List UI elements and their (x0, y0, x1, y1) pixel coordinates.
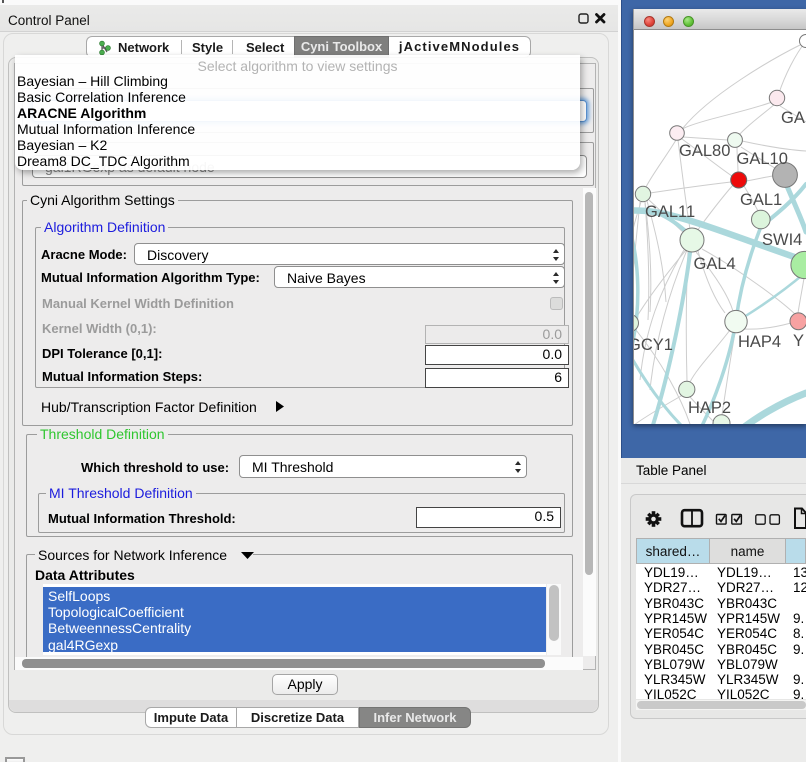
svg-text:HAP2: HAP2 (688, 399, 731, 417)
svg-text:GAL80: GAL80 (679, 142, 730, 160)
svg-text:Y: Y (793, 332, 804, 350)
svg-text:GAL11: GAL11 (645, 203, 695, 221)
svg-text:GAL10: GAL10 (737, 150, 788, 168)
svg-text:GAL1: GAL1 (740, 191, 782, 209)
svg-text:GAL4: GAL4 (694, 255, 736, 273)
svg-text:HAP4: HAP4 (738, 333, 781, 351)
svg-text:GCY1: GCY1 (634, 336, 673, 354)
svg-text:GAL7: GAL7 (781, 109, 806, 127)
svg-text:SWI4: SWI4 (762, 231, 802, 249)
